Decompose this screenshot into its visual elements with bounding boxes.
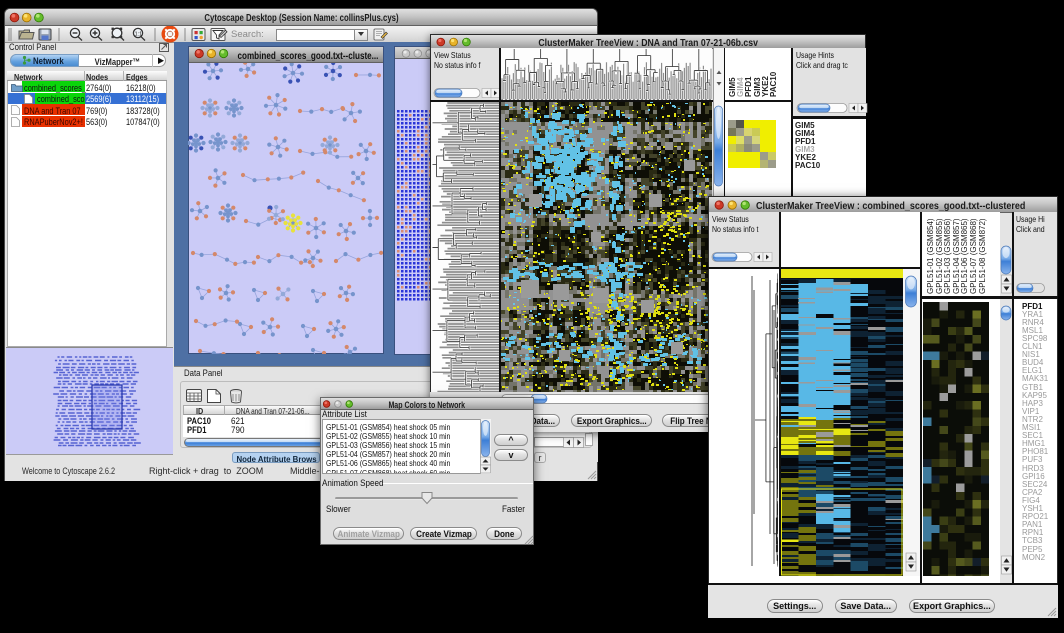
svg-text:Search:: Search: bbox=[231, 29, 264, 40]
svg-text:1:1: 1:1 bbox=[135, 32, 143, 38]
